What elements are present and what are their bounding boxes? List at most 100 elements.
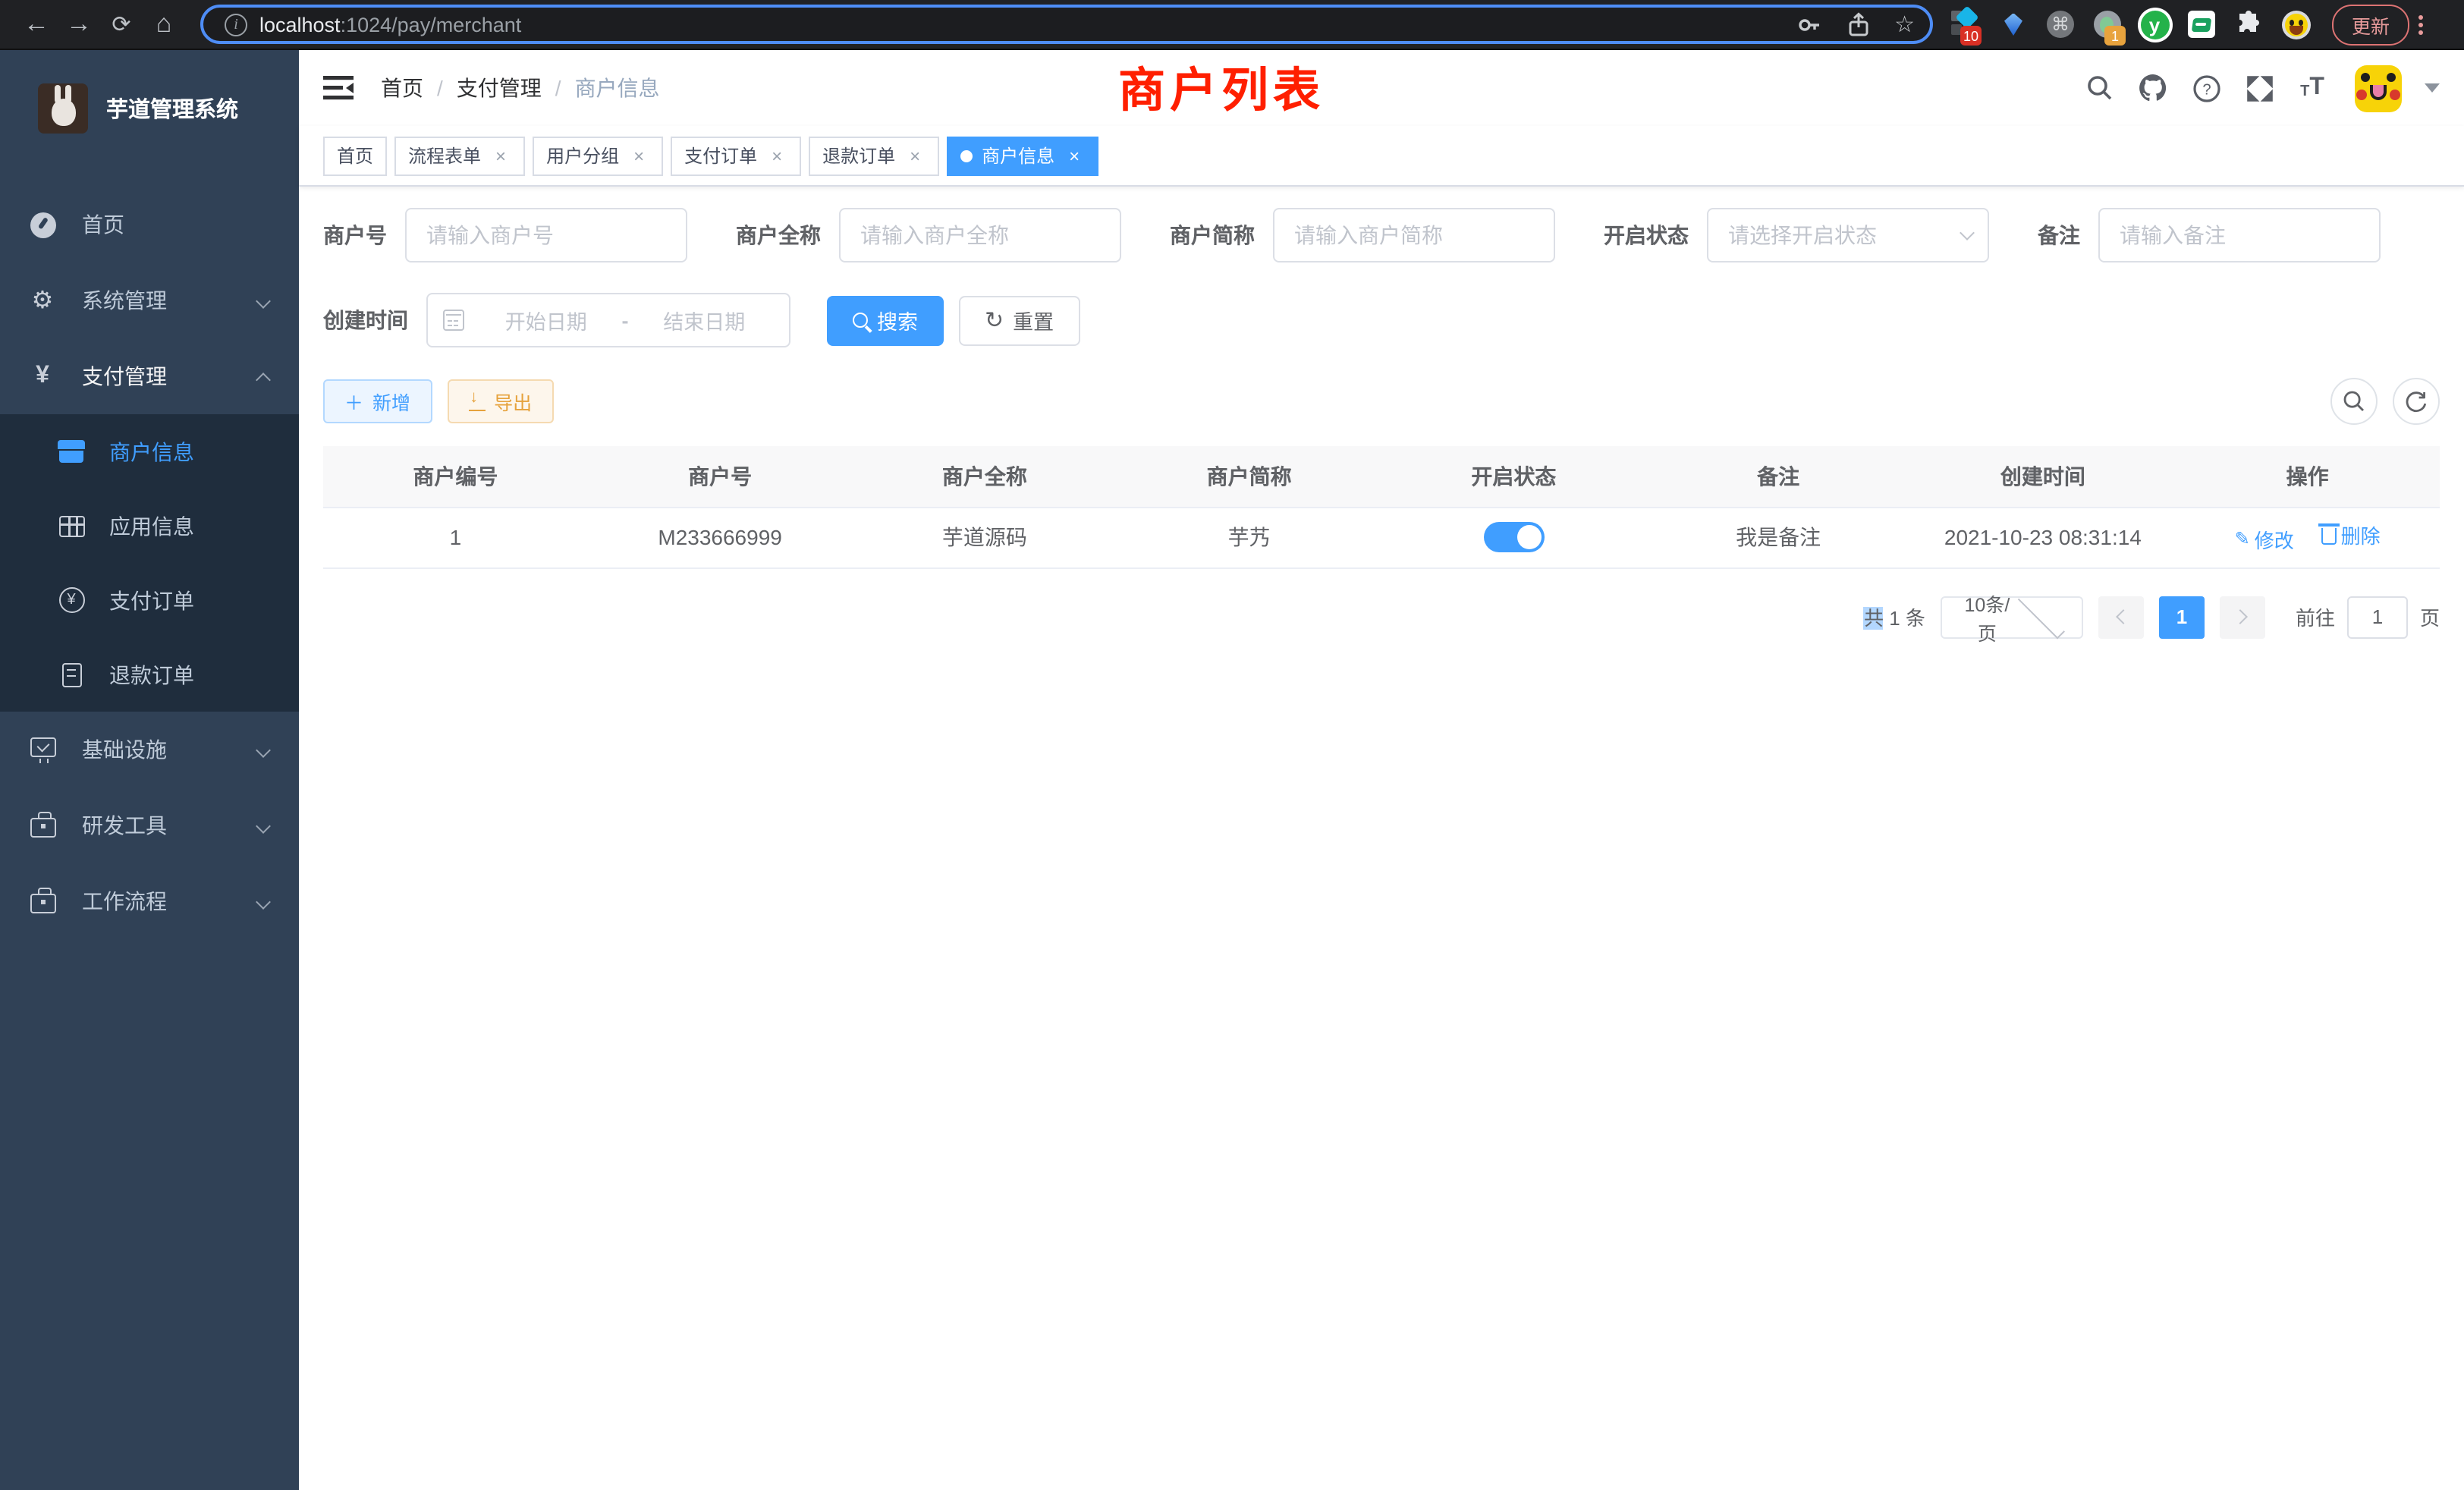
breadcrumb-home[interactable]: 首页 [381, 73, 423, 103]
browser-forward-icon[interactable]: → [58, 3, 100, 46]
export-button[interactable]: 导出 [447, 379, 553, 423]
tab-refund-order[interactable]: 退款订单× [809, 136, 939, 175]
browser-menu-icon[interactable] [2418, 14, 2423, 34]
tab-pay-order[interactable]: 支付订单× [671, 136, 801, 175]
refresh-icon: ↻ [985, 309, 1004, 332]
toggle-search-button[interactable] [2330, 378, 2378, 425]
chevron-down-icon [256, 742, 271, 757]
select-caret-icon [2019, 591, 2066, 638]
breadcrumb-payment[interactable]: 支付管理 [457, 73, 542, 103]
tab-process-form[interactable]: 流程表单× [394, 136, 525, 175]
tab-close-icon[interactable]: × [1064, 145, 1085, 166]
select-caret-icon [1960, 225, 1975, 240]
site-info-icon[interactable]: i [225, 13, 247, 36]
next-page-button[interactable] [2220, 596, 2265, 638]
tab-user-group[interactable]: 用户分组× [533, 136, 663, 175]
sidebar-item-system[interactable]: ⚙ 系统管理 [0, 262, 299, 338]
url-text[interactable]: localhost:1024/pay/merchant [259, 13, 1771, 36]
tab-close-icon[interactable]: × [766, 145, 787, 166]
create-time-label: 创建时间 [323, 305, 426, 335]
short-name-input[interactable] [1273, 208, 1555, 262]
bookmark-star-icon[interactable]: ☆ [1894, 11, 1915, 38]
sidebar-item-dev-tools[interactable]: 研发工具 [0, 787, 299, 863]
col-short-name: 商户简称 [1117, 446, 1381, 507]
briefcase-icon [29, 890, 56, 913]
page-number-1[interactable]: 1 [2159, 596, 2205, 638]
goto-page-input[interactable] [2347, 596, 2408, 638]
sidebar-item-infrastructure[interactable]: 基础设施 [0, 712, 299, 787]
full-name-input[interactable] [839, 208, 1121, 262]
pagination: 共 1 条 10条/页 1 前往 页 [323, 596, 2440, 638]
extension-gem-icon[interactable] [1998, 9, 2029, 39]
refresh-table-button[interactable] [2393, 378, 2440, 425]
yen-icon: ¥ [29, 363, 56, 390]
extension-blue-diamond-icon[interactable]: 10 [1951, 9, 1982, 39]
tags-view-bar: 首页 流程表单× 用户分组× 支付订单× 退款订单× 商户信息× [299, 126, 2464, 187]
sidebar-item-pay-order[interactable]: ¥ 支付订单 [0, 563, 299, 637]
sidebar-item-payment[interactable]: ¥ 支付管理 [0, 338, 299, 414]
browser-reload-icon[interactable]: ⟳ [100, 3, 143, 46]
sidebar-collapse-icon[interactable] [323, 71, 357, 105]
browser-update-button[interactable]: 更新 [2332, 4, 2409, 45]
prev-page-button[interactable] [2098, 596, 2144, 638]
remark-input[interactable] [2098, 208, 2381, 262]
app-logo[interactable]: 芋道管理系统 [0, 50, 299, 165]
user-avatar[interactable] [2355, 64, 2402, 112]
extension-badge: 10 [1960, 26, 1982, 46]
sidebar-item-refund-order[interactable]: 退款订单 [0, 637, 299, 712]
edit-button[interactable]: ✎修改 [2235, 525, 2294, 554]
col-actions: 操作 [2175, 446, 2440, 507]
password-key-icon[interactable] [1796, 11, 1821, 37]
sidebar-item-workflow[interactable]: 工作流程 [0, 863, 299, 939]
full-name-label: 商户全称 [736, 220, 839, 250]
tab-merchant-info[interactable]: 商户信息× [947, 136, 1098, 175]
sidebar-item-app-info[interactable]: 应用信息 [0, 489, 299, 563]
extension-yudao-icon[interactable]: y [2139, 9, 2170, 39]
chevron-right-icon [2233, 609, 2248, 624]
col-merchant-no: 商户号 [588, 446, 853, 507]
help-icon[interactable]: ? [2189, 71, 2223, 105]
merchant-no-input[interactable] [405, 208, 687, 262]
short-name-label: 商户简称 [1170, 220, 1273, 250]
sidebar-item-home[interactable]: 首页 [0, 187, 299, 262]
tab-close-icon[interactable]: × [628, 145, 649, 166]
trash-icon [2321, 529, 2337, 545]
filter-row-2: 创建时间 开始日期 - 结束日期 搜索 ↻ 重置 [323, 293, 2440, 347]
extension-emoji-icon[interactable] [2280, 9, 2311, 39]
extension-command-icon[interactable]: ⌘ [2045, 9, 2076, 39]
tab-close-icon[interactable]: × [490, 145, 511, 166]
extension-chat-icon[interactable] [2186, 9, 2217, 39]
header-search-icon[interactable] [2083, 71, 2117, 105]
delete-button[interactable]: 删除 [2321, 521, 2381, 550]
sidebar-item-merchant-info[interactable]: 商户信息 [0, 414, 299, 489]
page-size-select[interactable]: 10条/页 [1941, 596, 2083, 638]
calendar-icon [443, 310, 464, 331]
tab-home[interactable]: 首页 [323, 136, 387, 175]
extensions-puzzle-icon[interactable] [2233, 9, 2264, 39]
search-icon [853, 313, 868, 328]
browser-home-icon[interactable]: ⌂ [143, 3, 185, 46]
create-time-range-picker[interactable]: 开始日期 - 结束日期 [426, 293, 790, 347]
share-icon[interactable] [1846, 11, 1870, 37]
browser-back-icon[interactable]: ← [15, 3, 58, 46]
status-toggle[interactable] [1483, 522, 1544, 552]
col-merchant-id: 商户编号 [323, 446, 588, 507]
github-icon[interactable] [2136, 71, 2170, 105]
user-menu-caret-icon[interactable] [2425, 83, 2440, 93]
font-size-icon[interactable]: TT [2296, 71, 2329, 105]
plus-icon: ＋ [344, 387, 363, 416]
pencil-icon: ✎ [2235, 529, 2250, 550]
extensions-bar: 10 ⌘ 1 y [1951, 9, 2311, 39]
shop-icon [58, 440, 85, 463]
fullscreen-icon[interactable] [2242, 71, 2276, 105]
tab-close-icon[interactable]: × [904, 145, 926, 166]
status-label: 开启状态 [1604, 220, 1707, 250]
extension-recorder-icon[interactable]: 1 [2092, 9, 2123, 39]
status-select[interactable]: 请选择开启状态 [1707, 208, 1989, 262]
add-button[interactable]: ＋ 新增 [323, 379, 432, 423]
reset-button[interactable]: ↻ 重置 [959, 295, 1080, 345]
col-full-name: 商户全称 [853, 446, 1117, 507]
address-bar[interactable]: i localhost:1024/pay/merchant ☆ [200, 5, 1933, 44]
search-button[interactable]: 搜索 [827, 295, 944, 345]
chevron-left-icon [2116, 609, 2131, 624]
